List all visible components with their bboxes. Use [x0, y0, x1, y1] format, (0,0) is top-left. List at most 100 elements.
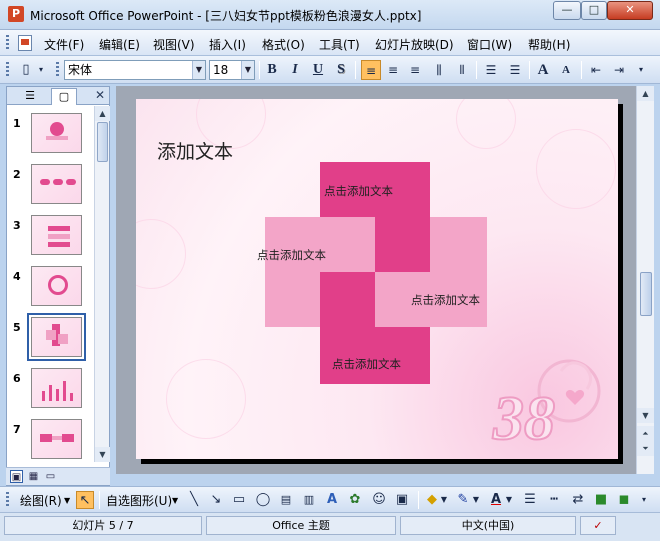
slide-thumbnail-2[interactable]	[31, 164, 82, 204]
menu-insert[interactable]: 插入(I)	[209, 36, 246, 53]
scroll-up-icon[interactable]: ▲	[95, 106, 110, 121]
chevron-down-icon[interactable]: ▼	[471, 491, 481, 509]
slide-scrollbar[interactable]: ▲ ▼ ⏶ ⏷	[636, 86, 654, 474]
list-item[interactable]: 2	[7, 164, 93, 214]
shadow-button[interactable]: S	[331, 60, 351, 80]
outline-tab[interactable]: ☰	[17, 88, 43, 105]
normal-view-icon[interactable]: ▣	[10, 470, 23, 483]
menu-view[interactable]: 视图(V)	[153, 36, 195, 53]
toolbar-overflow-arrow[interactable]: ▾	[634, 60, 648, 80]
align-left-icon[interactable]: ≡	[361, 60, 381, 80]
justify-vertical-icon[interactable]: ⫼	[429, 60, 449, 80]
slide-sorter-icon[interactable]: ▦	[27, 470, 40, 483]
select-pointer-icon[interactable]: ↖	[76, 491, 94, 509]
slide-thumbnail-6[interactable]	[31, 368, 82, 408]
menu-file[interactable]: 文件(F)	[44, 36, 84, 53]
scroll-up-icon[interactable]: ▲	[637, 86, 654, 101]
thumbnail-scrollbar[interactable]: ▲ ▼	[94, 106, 110, 462]
chevron-down-icon[interactable]: ▼	[192, 61, 205, 79]
italic-button[interactable]: I	[285, 60, 305, 80]
menu-window[interactable]: 窗口(W)	[467, 36, 512, 53]
slideshow-view-icon[interactable]: ▭	[44, 470, 57, 483]
pane-close-icon[interactable]: ✕	[95, 88, 105, 102]
chevron-down-icon[interactable]: ▼	[64, 496, 70, 505]
vertical-textbox-icon[interactable]: ▥	[300, 491, 318, 509]
close-button[interactable]: ✕	[607, 1, 653, 20]
align-right-icon[interactable]: ≡	[405, 60, 425, 80]
wordart-icon[interactable]: A	[323, 491, 341, 509]
slide-canvas[interactable]: 添加文本 点击添加文本 点击添加文本 点击添加文本 点击添加文本 38	[136, 99, 618, 459]
menu-format[interactable]: 格式(O)	[262, 36, 305, 53]
slides-tab[interactable]: ▢	[51, 88, 77, 105]
chevron-down-icon[interactable]: ▼	[241, 61, 254, 79]
chevron-down-icon[interactable]: ▼	[504, 491, 514, 509]
text-placeholder-top[interactable]: 点击添加文本	[324, 183, 393, 199]
scroll-thumb[interactable]	[97, 122, 108, 162]
slide-thumbnail-7[interactable]	[31, 419, 82, 459]
arrow-icon[interactable]: ↘	[207, 491, 225, 509]
document-icon[interactable]	[18, 35, 32, 51]
list-item[interactable]: 4	[7, 266, 93, 316]
previous-slide-icon[interactable]: ⏶	[637, 426, 654, 441]
decrease-indent-icon[interactable]: ⇤	[586, 60, 606, 80]
list-item[interactable]: 3	[7, 215, 93, 265]
numbered-list-icon[interactable]: ☰	[481, 60, 501, 80]
text-placeholder-left[interactable]: 点击添加文本	[257, 247, 326, 263]
font-size-combo[interactable]: 18 ▼	[209, 60, 255, 80]
shrink-font-button[interactable]: A	[556, 60, 576, 80]
oval-icon[interactable]: ◯	[254, 491, 272, 509]
rectangle-icon[interactable]: ▭	[230, 491, 248, 509]
scroll-down-icon[interactable]: ▼	[637, 408, 654, 423]
increase-indent-icon[interactable]: ⇥	[609, 60, 629, 80]
scroll-thumb[interactable]	[640, 272, 652, 316]
chevron-down-icon[interactable]: ▼	[439, 491, 449, 509]
slide-thumbnail-5[interactable]	[27, 313, 86, 361]
list-item[interactable]: 5	[7, 313, 93, 367]
autoshapes-button[interactable]: 自选图形(U)	[106, 492, 172, 509]
text-direction-icon[interactable]: ⫴	[452, 60, 472, 80]
chevron-down-icon[interactable]: ▼	[172, 496, 178, 505]
underline-button[interactable]: U	[308, 60, 328, 80]
list-item[interactable]: 7	[7, 419, 93, 462]
menu-help[interactable]: 帮助(H)	[528, 36, 570, 53]
bold-button[interactable]: B	[262, 60, 282, 80]
picture-icon[interactable]: ▣	[393, 491, 411, 509]
drawbar-grip-handle[interactable]	[6, 492, 9, 507]
scroll-down-icon[interactable]: ▼	[95, 447, 110, 462]
menu-slideshow[interactable]: 幻灯片放映(D)	[375, 36, 454, 53]
spelling-check-icon[interactable]: ✓	[580, 516, 616, 535]
clipart-icon[interactable]: ☺	[370, 491, 388, 509]
text-placeholder-right[interactable]: 点击添加文本	[411, 292, 480, 308]
line-style-icon[interactable]: ☰	[521, 491, 539, 509]
minimize-button[interactable]: —	[553, 1, 581, 20]
toolbar-grip-handle[interactable]	[6, 62, 9, 77]
bullet-list-icon[interactable]: ☰	[505, 60, 525, 80]
shadow-style-icon[interactable]: ■	[592, 491, 610, 509]
slide-thumbnail-3[interactable]	[31, 215, 82, 255]
line-color-icon[interactable]: ✎	[454, 491, 472, 509]
menu-tools[interactable]: 工具(T)	[319, 36, 360, 53]
slide-title-placeholder[interactable]: 添加文本	[157, 137, 233, 164]
font-name-combo[interactable]: 宋体 ▼	[64, 60, 206, 80]
menu-edit[interactable]: 编辑(E)	[99, 36, 140, 53]
new-document-icon[interactable]: ▯	[16, 60, 36, 80]
diagram-icon[interactable]: ✿	[346, 491, 364, 509]
draw-menu-button[interactable]: 绘图(R)	[20, 492, 62, 509]
dash-style-icon[interactable]: ┅	[545, 491, 563, 509]
text-placeholder-bottom[interactable]: 点击添加文本	[332, 356, 401, 372]
toolbar-overflow-arrow[interactable]: ▾	[638, 491, 650, 509]
powerpoint-app-icon[interactable]: P	[8, 6, 24, 22]
line-icon[interactable]: ╲	[185, 491, 203, 509]
3d-style-icon[interactable]: ◼	[615, 491, 633, 509]
list-item[interactable]: 6	[7, 368, 93, 418]
slide-thumbnail-4[interactable]	[31, 266, 82, 306]
grow-font-button[interactable]: A	[533, 60, 553, 80]
slide-thumbnail-1[interactable]	[31, 113, 82, 153]
next-slide-icon[interactable]: ⏷	[637, 441, 654, 456]
arrow-style-icon[interactable]: ⇄	[569, 491, 587, 509]
toolbar-options-arrow[interactable]: ▾	[36, 60, 46, 80]
align-center-icon[interactable]: ≡	[383, 60, 403, 80]
font-color-icon[interactable]: A	[487, 491, 505, 509]
maximize-button[interactable]: □	[581, 1, 607, 20]
list-item[interactable]: 1	[7, 113, 93, 163]
